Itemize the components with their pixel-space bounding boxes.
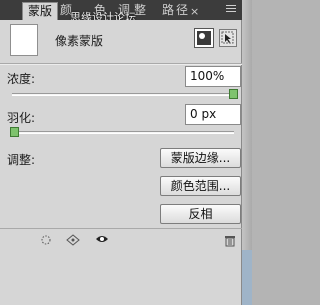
divider-highlight bbox=[0, 64, 242, 65]
density-slider-handle[interactable] bbox=[229, 89, 238, 99]
background-canvas-corner bbox=[242, 250, 252, 305]
mask-type-title: 像素蒙版 bbox=[55, 34, 104, 48]
panel-menu-icon[interactable] bbox=[226, 5, 236, 15]
masks-panel: 像素蒙版 浓度: 100% 羽化: 0 px 调整: 蒙版边缘... 颜色范围.… bbox=[0, 20, 242, 305]
footer-divider bbox=[0, 228, 242, 229]
apply-mask-icon[interactable] bbox=[66, 234, 80, 249]
color-range-button[interactable]: 颜色范围... bbox=[160, 176, 241, 196]
invert-button[interactable]: 反相 bbox=[160, 204, 241, 224]
feather-slider-track[interactable] bbox=[12, 131, 234, 134]
feather-field[interactable]: 0 px bbox=[185, 104, 241, 125]
load-selection-icon[interactable] bbox=[40, 234, 52, 249]
tab-paths-1[interactable]: 路 bbox=[162, 2, 174, 20]
tab-paths-2[interactable]: 径 bbox=[176, 2, 188, 20]
density-slider-track[interactable] bbox=[12, 93, 234, 96]
feather-label: 羽化: bbox=[7, 111, 36, 125]
refine-label: 调整: bbox=[7, 153, 36, 167]
density-field[interactable]: 100% bbox=[185, 66, 241, 87]
pixel-mask-icon[interactable] bbox=[194, 28, 214, 48]
mask-thumbnail[interactable] bbox=[10, 24, 38, 56]
vector-mask-icon[interactable] bbox=[219, 29, 237, 47]
density-label: 浓度: bbox=[7, 72, 36, 86]
feather-slider-handle[interactable] bbox=[10, 127, 19, 137]
mask-edge-button[interactable]: 蒙版边缘... bbox=[160, 148, 241, 168]
delete-trash-icon[interactable] bbox=[224, 234, 236, 250]
panel-tab-bar: 蒙版 颜 色 调 整 路 径 思缘设计论坛 × bbox=[0, 0, 242, 24]
visibility-eye-icon[interactable] bbox=[95, 234, 109, 247]
close-icon[interactable]: × bbox=[190, 5, 199, 18]
tab-masks[interactable]: 蒙版 bbox=[22, 2, 59, 20]
